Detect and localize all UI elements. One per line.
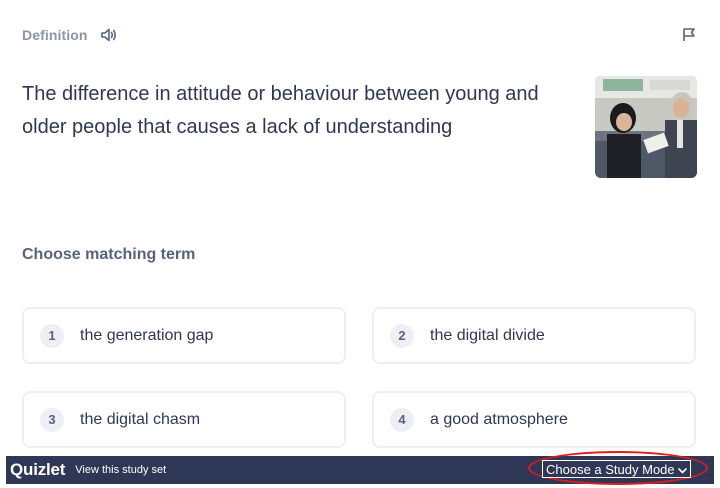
option-text: a good atmosphere — [430, 410, 568, 428]
study-mode-highlight: Choose a Study Mode — [528, 451, 714, 487]
definition-label: Definition — [22, 27, 88, 43]
chevron-down-icon — [677, 462, 687, 477]
option-text: the digital divide — [430, 326, 545, 344]
answer-option-1[interactable]: 1 the generation gap — [22, 307, 346, 364]
option-number-badge: 2 — [390, 323, 414, 348]
answer-option-3[interactable]: 3 the digital chasm — [22, 391, 346, 448]
study-mode-select-label: Choose a Study Mode — [546, 461, 675, 477]
definition-header: Definition — [22, 26, 118, 44]
speaker-icon[interactable] — [100, 26, 118, 44]
answer-option-4[interactable]: 4 a good atmosphere — [372, 391, 696, 448]
study-card: Definition The difference in attitude or… — [0, 0, 720, 488]
prompt-heading: Choose matching term — [22, 246, 196, 263]
option-text: the generation gap — [80, 326, 214, 344]
flag-icon[interactable] — [680, 25, 698, 43]
embed-footer-bar: Quizlet View this study set Choose a Stu… — [6, 451, 714, 485]
option-text: the digital chasm — [80, 410, 201, 428]
definition-text: The difference in attitude or behaviour … — [22, 83, 539, 138]
option-number-badge: 3 — [40, 407, 64, 432]
answer-option-2[interactable]: 2 the digital divide — [372, 307, 696, 364]
study-mode-select[interactable]: Choose a Study Mode — [542, 460, 691, 478]
quizlet-logo[interactable]: Quizlet — [10, 460, 65, 480]
option-number-badge: 1 — [40, 323, 64, 348]
definition-image[interactable] — [595, 76, 697, 178]
view-study-set-link[interactable]: View this study set — [75, 464, 166, 476]
option-number-badge: 4 — [390, 407, 414, 432]
